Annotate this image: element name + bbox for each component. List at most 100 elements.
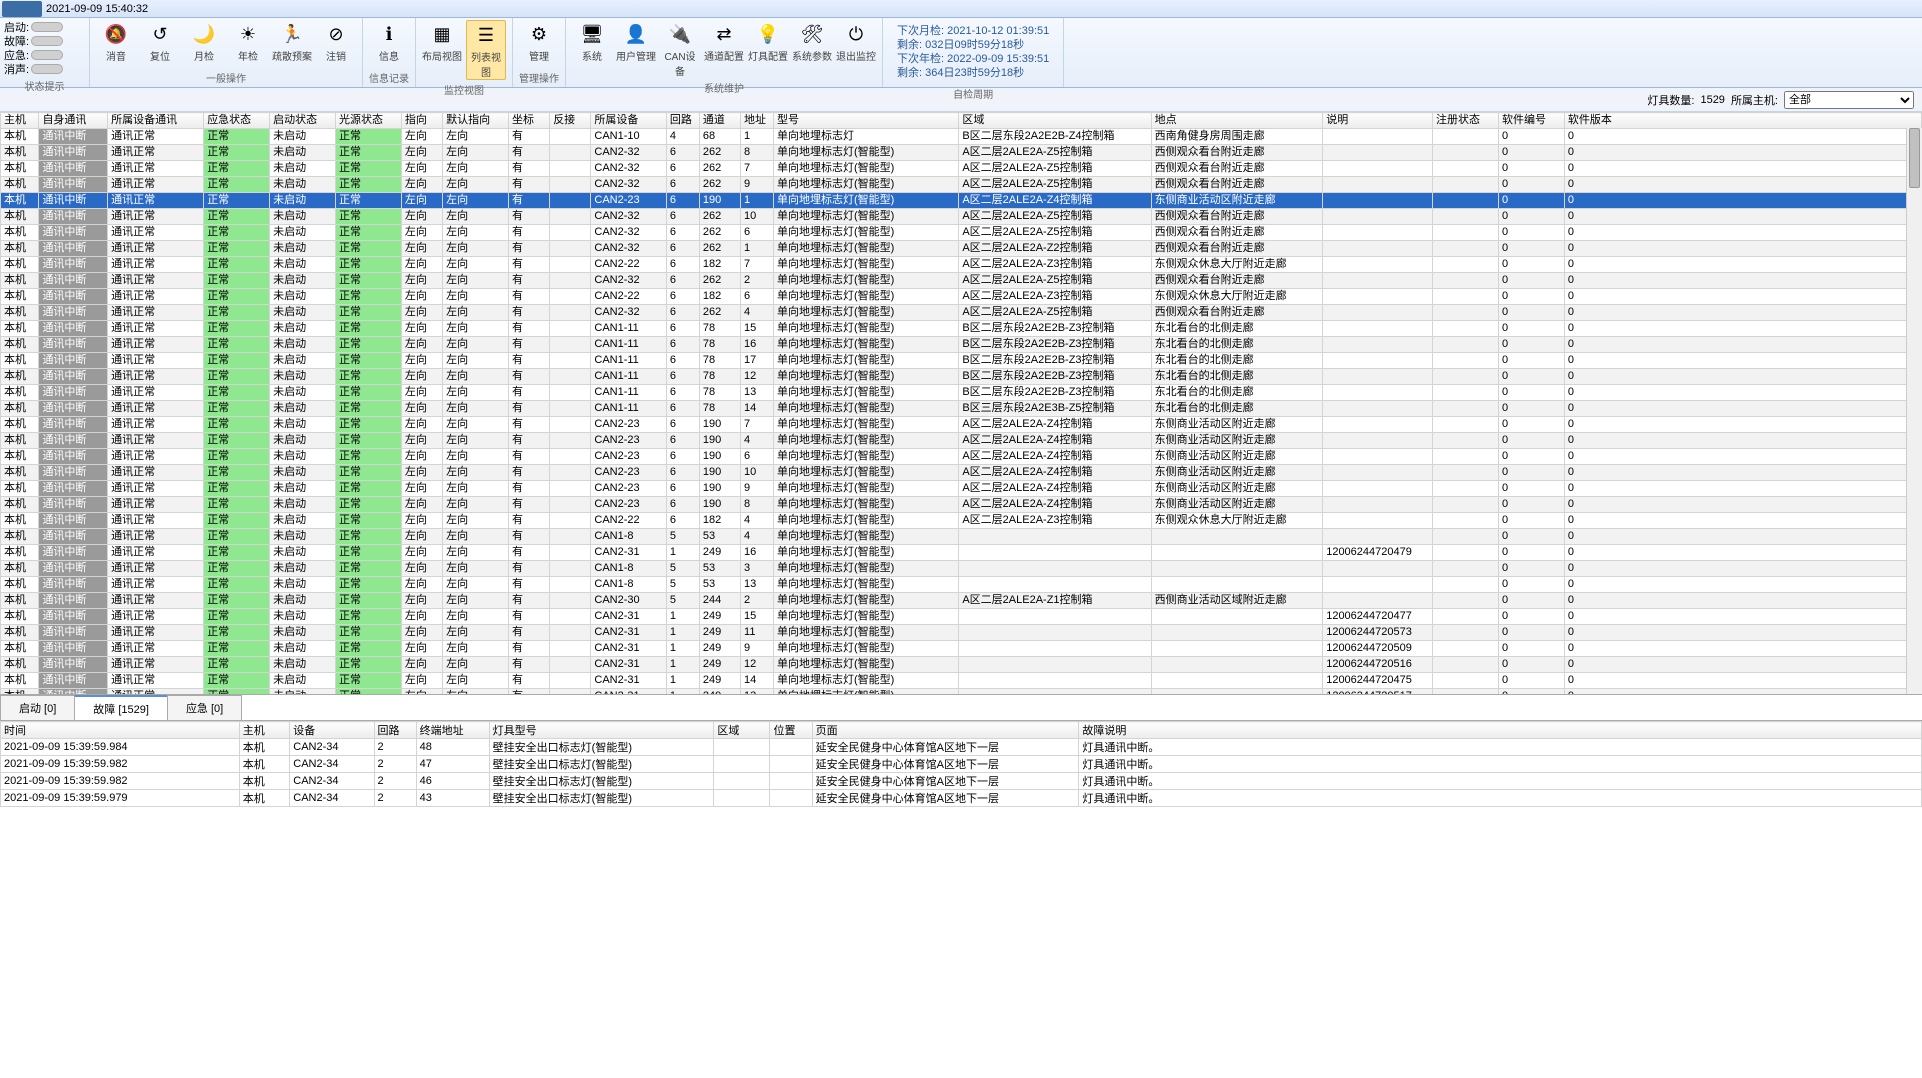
list-button[interactable]: ☰列表视图	[466, 20, 506, 80]
host-filter-select[interactable]: 全部	[1784, 91, 1914, 109]
col-emerg[interactable]: 应急状态	[204, 113, 270, 129]
table-row[interactable]: 本机通讯中断通讯正常正常未启动正常左向左向有CAN2-31124912单向地埋标…	[1, 657, 1922, 673]
main-grid[interactable]: 主机自身通讯所属设备通讯应急状态启动状态光源状态指向默认指向坐标反接所属设备回路…	[0, 112, 1922, 695]
table-row[interactable]: 本机通讯中断通讯正常正常未启动正常左向左向有CAN1-855313单向地埋标志灯…	[1, 577, 1922, 593]
log-row[interactable]: 2021-09-09 15:39:59.982本机CAN2-34247壁挂安全出…	[1, 756, 1922, 773]
col-desc[interactable]: 说明	[1323, 113, 1433, 129]
mute-button[interactable]: 🔕消音	[96, 20, 136, 68]
reset-button[interactable]: ↺复位	[140, 20, 180, 68]
table-row[interactable]: 本机通讯中断通讯正常正常未启动正常左向左向有CAN2-2261824单向地埋标志…	[1, 513, 1922, 529]
evac-button[interactable]: 🏃疏散预案	[272, 20, 312, 68]
can-button[interactable]: 🔌CAN设备	[660, 20, 700, 78]
col-model[interactable]: 型号	[773, 113, 958, 129]
table-row[interactable]: 本机通讯中断通讯正常正常未启动正常左向左向有CAN1-1167813单向地埋标志…	[1, 385, 1922, 401]
col-reg[interactable]: 注册状态	[1433, 113, 1499, 129]
table-row[interactable]: 本机通讯中断通讯正常正常未启动正常左向左向有CAN2-31124916单向地埋标…	[1, 545, 1922, 561]
table-row[interactable]: 本机通讯中断通讯正常正常未启动正常左向左向有CAN2-2361908单向地埋标志…	[1, 497, 1922, 513]
table-row[interactable]: 本机通讯中断通讯正常正常未启动正常左向左向有CAN2-3262627单向地埋标志…	[1, 161, 1922, 177]
table-row[interactable]: 本机通讯中断通讯正常正常未启动正常左向左向有CAN2-2261826单向地埋标志…	[1, 289, 1922, 305]
log-col-loop[interactable]: 回路	[374, 722, 416, 739]
log-row[interactable]: 2021-09-09 15:39:59.984本机CAN2-34248壁挂安全出…	[1, 739, 1922, 756]
manage-button[interactable]: ⚙管理	[519, 20, 559, 68]
log-col-time[interactable]: 时间	[1, 722, 240, 739]
table-row[interactable]: 本机通讯中断通讯正常正常未启动正常左向左向有CAN2-3262626单向地埋标志…	[1, 225, 1922, 241]
table-row[interactable]: 本机通讯中断通讯正常正常未启动正常左向左向有CAN1-1167815单向地埋标志…	[1, 321, 1922, 337]
table-row[interactable]: 本机通讯中断通讯正常正常未启动正常左向左向有CAN2-2361901单向地埋标志…	[1, 193, 1922, 209]
table-row[interactable]: 本机通讯中断通讯正常正常未启动正常左向左向有CAN1-1167817单向地埋标志…	[1, 353, 1922, 369]
log-col-addr[interactable]: 终端地址	[416, 722, 489, 739]
col-host[interactable]: 主机	[1, 113, 39, 129]
table-row[interactable]: 本机通讯中断通讯正常正常未启动正常左向左向有CAN2-31124913单向地埋标…	[1, 689, 1922, 696]
app-menu-button[interactable]	[2, 1, 42, 17]
table-row[interactable]: 本机通讯中断通讯正常正常未启动正常左向左向有CAN2-32626210单向地埋标…	[1, 209, 1922, 225]
col-chan[interactable]: 通道	[699, 113, 740, 129]
col-loc[interactable]: 地点	[1151, 113, 1323, 129]
col-dir[interactable]: 指向	[401, 113, 442, 129]
log-col-fault[interactable]: 故障说明	[1079, 722, 1922, 739]
exit-button[interactable]: ⏻退出监控	[836, 20, 876, 78]
table-row[interactable]: 本机通讯中断通讯正常正常未启动正常左向左向有CAN2-2361906单向地埋标志…	[1, 449, 1922, 465]
table-row[interactable]: 本机通讯中断通讯正常正常未启动正常左向左向有CAN2-23619010单向地埋标…	[1, 465, 1922, 481]
table-row[interactable]: 本机通讯中断通讯正常正常未启动正常左向左向有CAN2-2361904单向地埋标志…	[1, 433, 1922, 449]
table-row[interactable]: 本机通讯中断通讯正常正常未启动正常左向左向有CAN1-1167814单向地埋标志…	[1, 401, 1922, 417]
cell-loop: 6	[666, 161, 699, 177]
table-row[interactable]: 本机通讯中断通讯正常正常未启动正常左向左向有CAN1-1167812单向地埋标志…	[1, 369, 1922, 385]
table-row[interactable]: 本机通讯中断通讯正常正常未启动正常左向左向有CAN2-2361907单向地埋标志…	[1, 417, 1922, 433]
layout-button[interactable]: ▦布局视图	[422, 20, 462, 80]
lamp-button[interactable]: 💡灯具配置	[748, 20, 788, 78]
table-row[interactable]: 本机通讯中断通讯正常正常未启动正常左向左向有CAN2-3262624单向地埋标志…	[1, 305, 1922, 321]
table-row[interactable]: 本机通讯中断通讯正常正常未启动正常左向左向有CAN2-2261827单向地埋标志…	[1, 257, 1922, 273]
monthly-button[interactable]: 🌙月检	[184, 20, 224, 68]
log-col-dev[interactable]: 设备	[290, 722, 374, 739]
table-row[interactable]: 本机通讯中断通讯正常正常未启动正常左向左向有CAN2-3262621单向地埋标志…	[1, 241, 1922, 257]
scrollbar-thumb[interactable]	[1909, 128, 1920, 188]
col-self[interactable]: 自身通讯	[39, 113, 108, 129]
table-row[interactable]: 本机通讯中断通讯正常正常未启动正常左向左向有CAN2-31124914单向地埋标…	[1, 673, 1922, 689]
log-col-pos[interactable]: 位置	[770, 722, 812, 739]
tab-fault[interactable]: 故障 [1529]	[74, 695, 168, 720]
table-row[interactable]: 本机通讯中断通讯正常正常未启动正常左向左向有CAN2-31124915单向地埋标…	[1, 609, 1922, 625]
table-row[interactable]: 本机通讯中断通讯正常正常未启动正常左向左向有CAN2-3052442单向地埋标志…	[1, 593, 1922, 609]
col-addr[interactable]: 地址	[741, 113, 774, 129]
col-coord[interactable]: 坐标	[509, 113, 550, 129]
logout-button[interactable]: ⊘注销	[316, 20, 356, 68]
log-col-area[interactable]: 区域	[714, 722, 770, 739]
sys-button[interactable]: 🖥系统	[572, 20, 612, 78]
grid-scrollbar[interactable]	[1906, 128, 1922, 694]
tab-emerg[interactable]: 应急 [0]	[167, 695, 242, 720]
log-row[interactable]: 2021-09-09 15:39:59.979本机CAN2-34243壁挂安全出…	[1, 790, 1922, 807]
cell-addr: 14	[741, 673, 774, 689]
table-row[interactable]: 本机通讯中断通讯正常正常未启动正常左向左向有CAN2-3262628单向地埋标志…	[1, 145, 1922, 161]
col-devname[interactable]: 所属设备	[591, 113, 667, 129]
table-row[interactable]: 本机通讯中断通讯正常正常未启动正常左向左向有CAN1-104681单向地埋标志灯…	[1, 129, 1922, 145]
table-row[interactable]: 本机通讯中断通讯正常正常未启动正常左向左向有CAN2-3262629单向地埋标志…	[1, 177, 1922, 193]
info-label: 信息	[379, 48, 399, 63]
user-button[interactable]: 👤用户管理	[616, 20, 656, 78]
col-area[interactable]: 区域	[959, 113, 1151, 129]
col-swno[interactable]: 软件编号	[1498, 113, 1564, 129]
col-dev[interactable]: 所属设备通讯	[108, 113, 204, 129]
table-row[interactable]: 本机通讯中断通讯正常正常未启动正常左向左向有CAN2-2361909单向地埋标志…	[1, 481, 1922, 497]
table-row[interactable]: 本机通讯中断通讯正常正常未启动正常左向左向有CAN1-85533单向地埋标志灯(…	[1, 561, 1922, 577]
info-button[interactable]: ℹ信息	[369, 20, 409, 68]
param-button[interactable]: 🛠系统参数	[792, 20, 832, 78]
log-row[interactable]: 2021-09-09 15:39:59.982本机CAN2-34246壁挂安全出…	[1, 773, 1922, 790]
tab-boot[interactable]: 启动 [0]	[0, 695, 75, 720]
yearly-button[interactable]: ☀年检	[228, 20, 268, 68]
table-row[interactable]: 本机通讯中断通讯正常正常未启动正常左向左向有CAN1-85534单向地埋标志灯(…	[1, 529, 1922, 545]
table-row[interactable]: 本机通讯中断通讯正常正常未启动正常左向左向有CAN2-31124911单向地埋标…	[1, 625, 1922, 641]
log-grid[interactable]: 时间主机设备回路终端地址灯具型号区域位置页面故障说明2021-09-09 15:…	[0, 721, 1922, 807]
col-swver[interactable]: 软件版本	[1564, 113, 1921, 129]
col-rev[interactable]: 反接	[550, 113, 591, 129]
col-loop[interactable]: 回路	[666, 113, 699, 129]
table-row[interactable]: 本机通讯中断通讯正常正常未启动正常左向左向有CAN1-1167816单向地埋标志…	[1, 337, 1922, 353]
log-col-model[interactable]: 灯具型号	[489, 722, 714, 739]
col-defdir[interactable]: 默认指向	[443, 113, 509, 129]
col-light[interactable]: 光源状态	[336, 113, 402, 129]
table-row[interactable]: 本机通讯中断通讯正常正常未启动正常左向左向有CAN2-3262622单向地埋标志…	[1, 273, 1922, 289]
chan-button[interactable]: ⇄通道配置	[704, 20, 744, 78]
log-col-page[interactable]: 页面	[812, 722, 1079, 739]
col-boot[interactable]: 启动状态	[270, 113, 336, 129]
table-row[interactable]: 本机通讯中断通讯正常正常未启动正常左向左向有CAN2-3112499单向地埋标志…	[1, 641, 1922, 657]
log-col-host[interactable]: 主机	[239, 722, 290, 739]
